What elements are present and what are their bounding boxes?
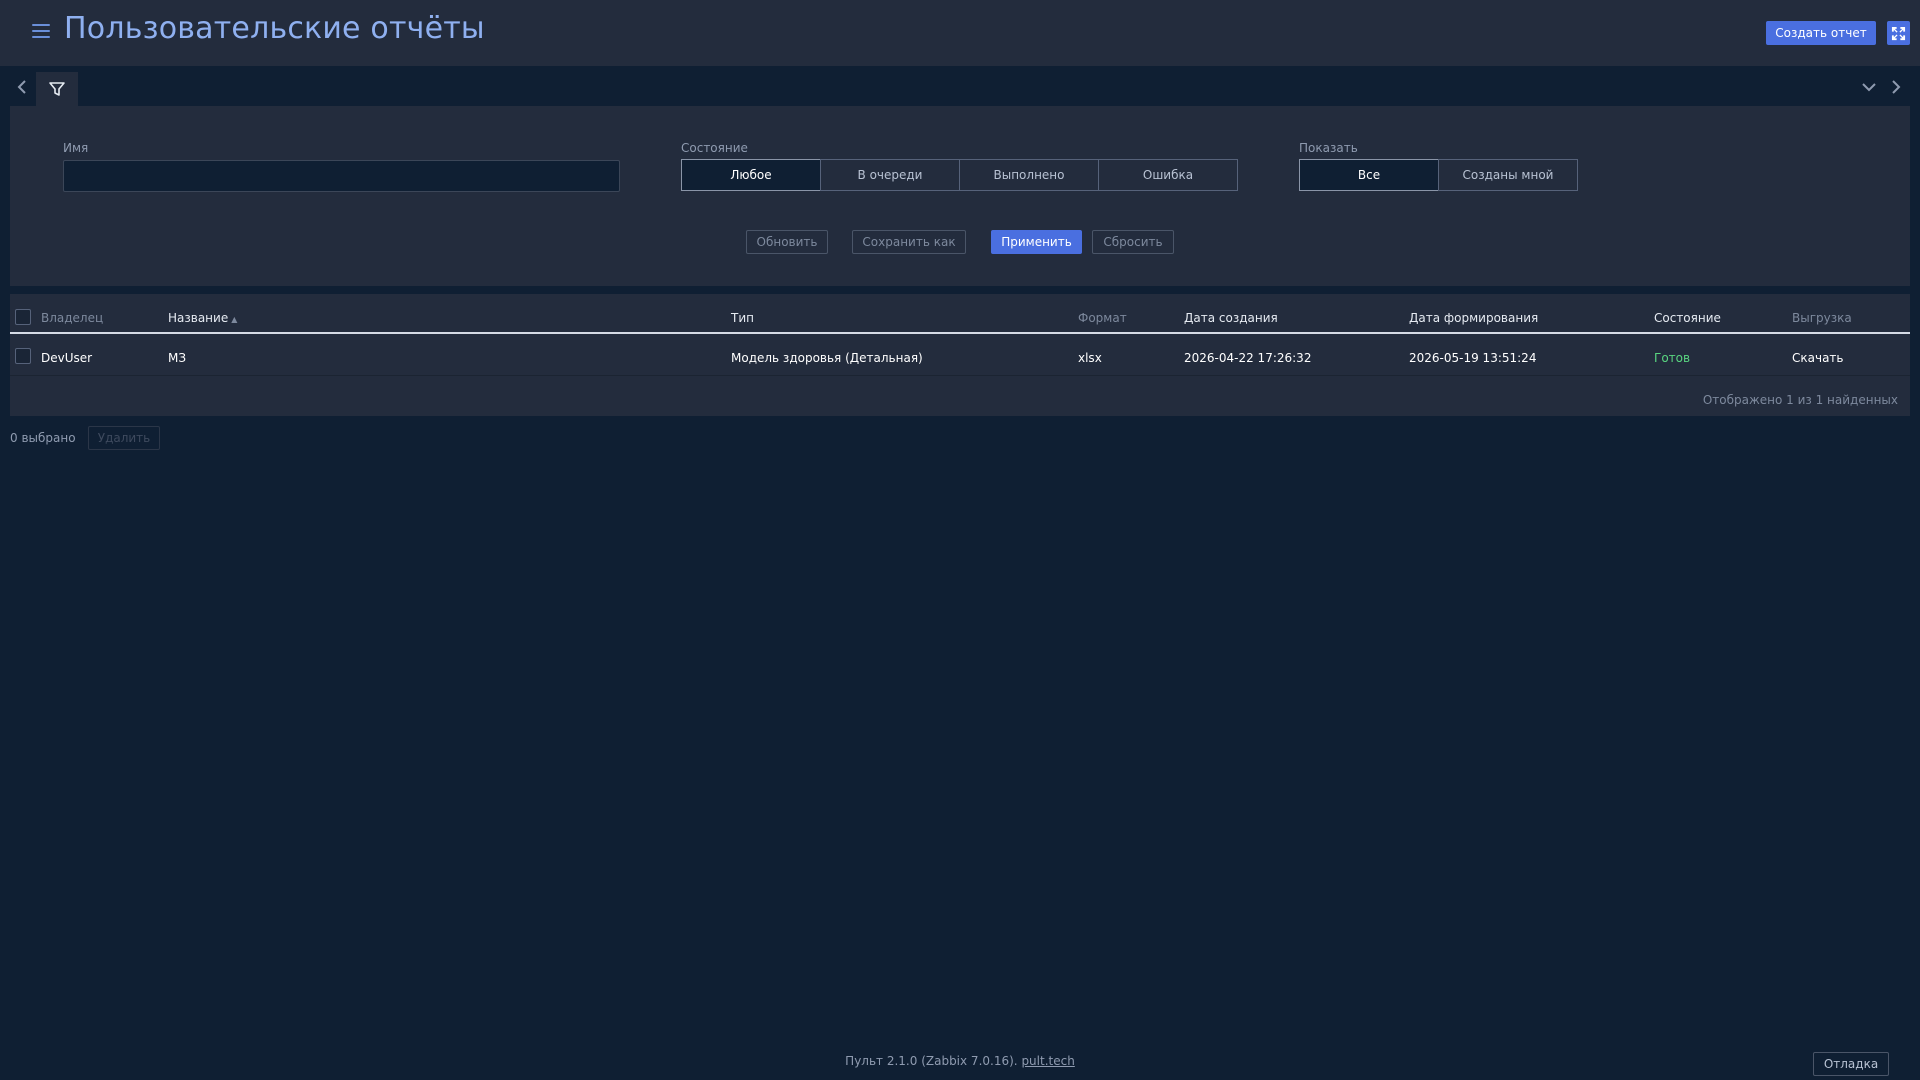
show-option-mine[interactable]: Созданы мной — [1438, 159, 1578, 191]
row-checkbox[interactable] — [15, 348, 31, 364]
name-input[interactable] — [63, 160, 620, 192]
filter-tab-bar — [0, 70, 1920, 106]
column-created[interactable]: Дата создания — [1184, 311, 1278, 325]
download-link[interactable]: Скачать — [1792, 351, 1844, 365]
cell-generated: 2026-05-19 13:51:24 — [1409, 351, 1537, 365]
page-title: Пользовательские отчёты — [64, 11, 485, 46]
filter-tab[interactable] — [36, 72, 78, 106]
filter-icon — [49, 82, 65, 96]
footer: Пульт 2.1.0 (Zabbix 7.0.16). pult.tech — [0, 1054, 1920, 1068]
save-as-button[interactable]: Сохранить как — [852, 230, 966, 254]
column-name-label: Название — [168, 311, 229, 325]
header-bar: Пользовательские отчёты Создать отчет — [0, 0, 1920, 66]
update-button[interactable]: Обновить — [746, 230, 828, 254]
cell-created: 2026-04-22 17:26:32 — [1184, 351, 1312, 365]
menu-icon[interactable] — [32, 24, 50, 40]
cell-format: xlsx — [1078, 351, 1102, 365]
table-row: DevUser МЗ Модель здоровья (Детальная) x… — [10, 335, 1910, 376]
state-option-any[interactable]: Любое — [681, 159, 821, 191]
pult-tech-link[interactable]: pult.tech — [1021, 1054, 1074, 1068]
sort-asc-icon: ▲ — [231, 315, 238, 324]
chevron-down-icon[interactable] — [1860, 78, 1878, 96]
show-option-all[interactable]: Все — [1299, 159, 1439, 191]
cell-type: Модель здоровья (Детальная) — [731, 351, 923, 365]
state-option-error[interactable]: Ошибка — [1098, 159, 1238, 191]
cell-owner: DevUser — [41, 351, 93, 365]
column-generated[interactable]: Дата формирования — [1409, 311, 1538, 325]
state-option-done[interactable]: Выполнено — [959, 159, 1099, 191]
column-type[interactable]: Тип — [731, 311, 754, 325]
show-label: Показать — [1299, 141, 1358, 155]
delete-button[interactable]: Удалить — [88, 426, 160, 450]
column-name[interactable]: Название ▲ — [168, 311, 237, 325]
chevron-right-icon[interactable] — [1888, 78, 1904, 96]
column-format: Формат — [1078, 311, 1127, 325]
state-segmented-control: Любое В очереди Выполнено Ошибка — [681, 159, 1238, 191]
select-all-checkbox[interactable] — [15, 309, 31, 325]
version-text: Пульт 2.1.0 (Zabbix 7.0.16). — [845, 1054, 1018, 1068]
fullscreen-button[interactable] — [1887, 21, 1910, 45]
reports-table: Владелец Название ▲ Тип Формат Дата созда… — [10, 294, 1910, 416]
column-status[interactable]: Состояние — [1654, 311, 1721, 325]
apply-button[interactable]: Применить — [991, 230, 1082, 254]
paging-info: Отображено 1 из 1 найденных — [1702, 393, 1898, 407]
chevron-left-icon[interactable] — [14, 78, 30, 96]
state-label: Состояние — [681, 141, 748, 155]
reset-button[interactable]: Сбросить — [1092, 230, 1174, 254]
column-owner[interactable]: Владелец — [41, 311, 103, 325]
cell-name-link[interactable]: МЗ — [168, 351, 186, 365]
debug-button[interactable]: Отладка — [1813, 1052, 1889, 1076]
state-option-queued[interactable]: В очереди — [820, 159, 960, 191]
cell-status: Готов — [1654, 351, 1691, 365]
show-segmented-control: Все Созданы мной — [1299, 159, 1578, 191]
create-report-button[interactable]: Создать отчет — [1766, 21, 1876, 45]
selected-count: 0 выбрано — [10, 431, 76, 445]
name-label: Имя — [63, 141, 89, 155]
column-download: Выгрузка — [1792, 311, 1852, 325]
filter-panel: Имя Состояние Любое В очереди Выполнено … — [10, 106, 1910, 286]
fullscreen-icon — [1891, 26, 1906, 40]
table-header: Владелец Название ▲ Тип Формат Дата созда… — [10, 294, 1910, 334]
